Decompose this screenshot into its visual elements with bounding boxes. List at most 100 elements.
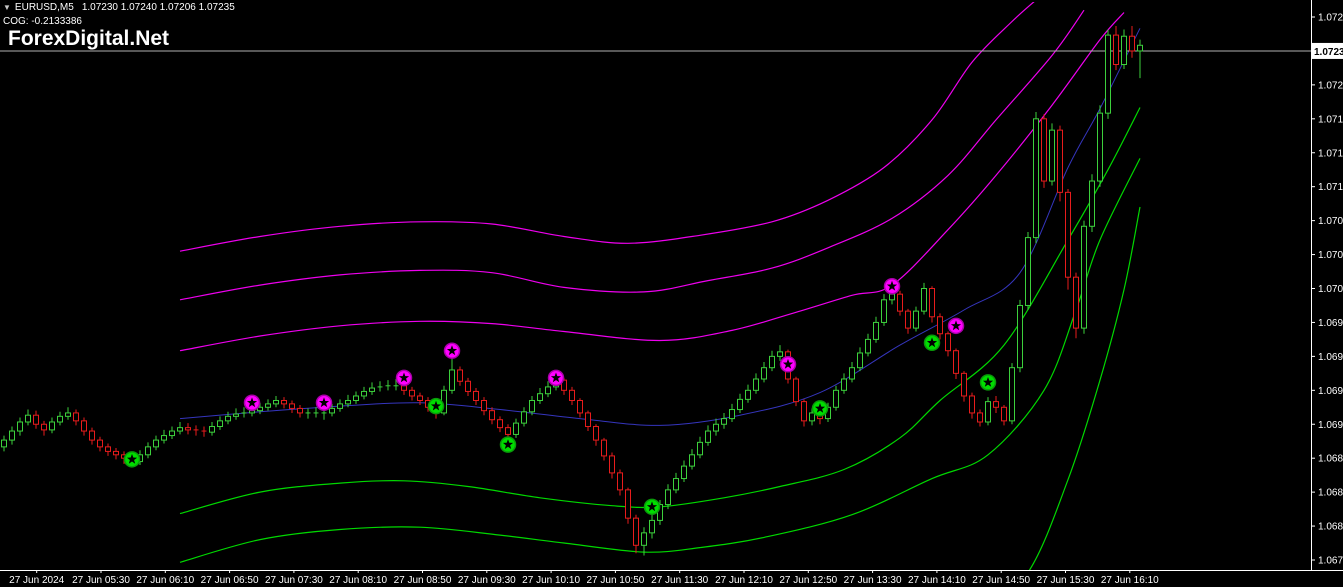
y-axis-label: 1.0681 xyxy=(1318,522,1343,533)
candle xyxy=(154,436,159,451)
candle xyxy=(530,396,535,415)
plot-area xyxy=(0,0,1311,587)
candle xyxy=(18,417,23,435)
x-axis-label: 27 Jun 2024 xyxy=(9,575,64,586)
center-line xyxy=(180,28,1140,425)
candle xyxy=(354,391,359,403)
candle xyxy=(274,396,279,407)
x-axis-label: 27 Jun 05:30 xyxy=(72,575,130,586)
candle xyxy=(386,380,391,390)
candle xyxy=(842,373,847,393)
candle xyxy=(906,309,911,334)
candle xyxy=(674,473,679,493)
candle xyxy=(114,448,119,459)
candle xyxy=(586,411,591,431)
candle xyxy=(626,488,631,524)
candle xyxy=(218,416,223,430)
candle xyxy=(34,411,39,429)
candle xyxy=(858,347,863,371)
candle xyxy=(1026,232,1031,310)
candle xyxy=(1082,221,1087,334)
candle xyxy=(1138,40,1143,78)
buy-signal-marker xyxy=(429,399,444,414)
candle xyxy=(962,371,967,402)
candle xyxy=(794,377,799,406)
candle xyxy=(618,470,623,496)
x-axis-label: 27 Jun 13:30 xyxy=(844,575,902,586)
candle xyxy=(1010,363,1015,424)
y-axis-label: 1.0687 xyxy=(1318,454,1343,465)
current-price-label: 1.0723 xyxy=(1314,47,1343,58)
candle xyxy=(234,408,239,419)
candle xyxy=(690,449,695,469)
candle xyxy=(98,437,103,452)
y-axis-label: 1.0699 xyxy=(1318,318,1343,329)
candle xyxy=(634,515,639,553)
buy-signal-marker xyxy=(501,437,516,452)
candle xyxy=(1074,273,1079,339)
sell-signal-marker xyxy=(949,318,964,333)
y-axis-label: 1.0720 xyxy=(1318,80,1343,91)
candle xyxy=(58,412,63,426)
x-axis-label: 27 Jun 12:10 xyxy=(715,575,773,586)
candle xyxy=(170,427,175,439)
candle xyxy=(1130,26,1135,58)
candle xyxy=(42,421,47,436)
candle xyxy=(26,410,31,426)
candle xyxy=(314,407,319,417)
candle xyxy=(186,423,191,434)
candle xyxy=(410,387,415,401)
candle xyxy=(362,387,367,399)
candle xyxy=(994,396,999,413)
y-axis-label: 1.0693 xyxy=(1318,386,1343,397)
candle xyxy=(338,399,343,411)
candle xyxy=(578,398,583,417)
y-axis: 1.07261.07231.07201.07171.07141.07111.07… xyxy=(1311,13,1343,567)
candle xyxy=(970,393,975,419)
candle xyxy=(266,399,271,410)
buy-signal-marker xyxy=(925,335,940,350)
x-axis: 27 Jun 202427 Jun 05:3027 Jun 06:1027 Ju… xyxy=(9,570,1159,586)
candle xyxy=(874,317,879,343)
candle xyxy=(146,442,151,458)
x-axis-label: 27 Jun 08:50 xyxy=(394,575,452,586)
candle xyxy=(194,425,199,435)
candle xyxy=(282,397,287,408)
candle xyxy=(882,294,887,326)
candle xyxy=(706,425,711,445)
candle xyxy=(834,386,839,411)
candle xyxy=(474,388,479,405)
x-axis-label: 27 Jun 08:10 xyxy=(329,575,387,586)
candle xyxy=(298,405,303,417)
x-axis-label: 27 Jun 15:30 xyxy=(1037,575,1095,586)
lower-band-3 xyxy=(980,207,1140,587)
lower-band-1 xyxy=(180,108,1140,514)
candle xyxy=(546,381,551,397)
candle xyxy=(242,407,247,417)
y-axis-label: 1.0711 xyxy=(1318,182,1343,193)
candle xyxy=(1058,126,1063,202)
x-axis-label: 27 Jun 07:30 xyxy=(265,575,323,586)
candle xyxy=(954,348,959,379)
candle xyxy=(738,394,743,413)
candle xyxy=(802,399,807,426)
x-axis-label: 27 Jun 10:10 xyxy=(522,575,580,586)
candle xyxy=(1106,29,1111,118)
candle xyxy=(778,345,783,361)
candlesticks xyxy=(2,26,1143,555)
mt4-chart-window: ▼EURUSD,M51.07230 1.07240 1.07206 1.0723… xyxy=(0,0,1343,587)
candle xyxy=(106,443,111,455)
candle xyxy=(74,410,79,426)
candle xyxy=(650,515,655,539)
candle xyxy=(290,400,295,412)
candle xyxy=(754,373,759,393)
candle xyxy=(610,453,615,479)
candle xyxy=(490,407,495,424)
candle xyxy=(946,331,951,356)
candle xyxy=(1050,123,1055,185)
candle xyxy=(722,413,727,429)
y-axis-label: 1.0726 xyxy=(1318,13,1343,24)
candle xyxy=(178,422,183,434)
candle xyxy=(570,387,575,405)
buy-signal-marker xyxy=(645,499,660,514)
